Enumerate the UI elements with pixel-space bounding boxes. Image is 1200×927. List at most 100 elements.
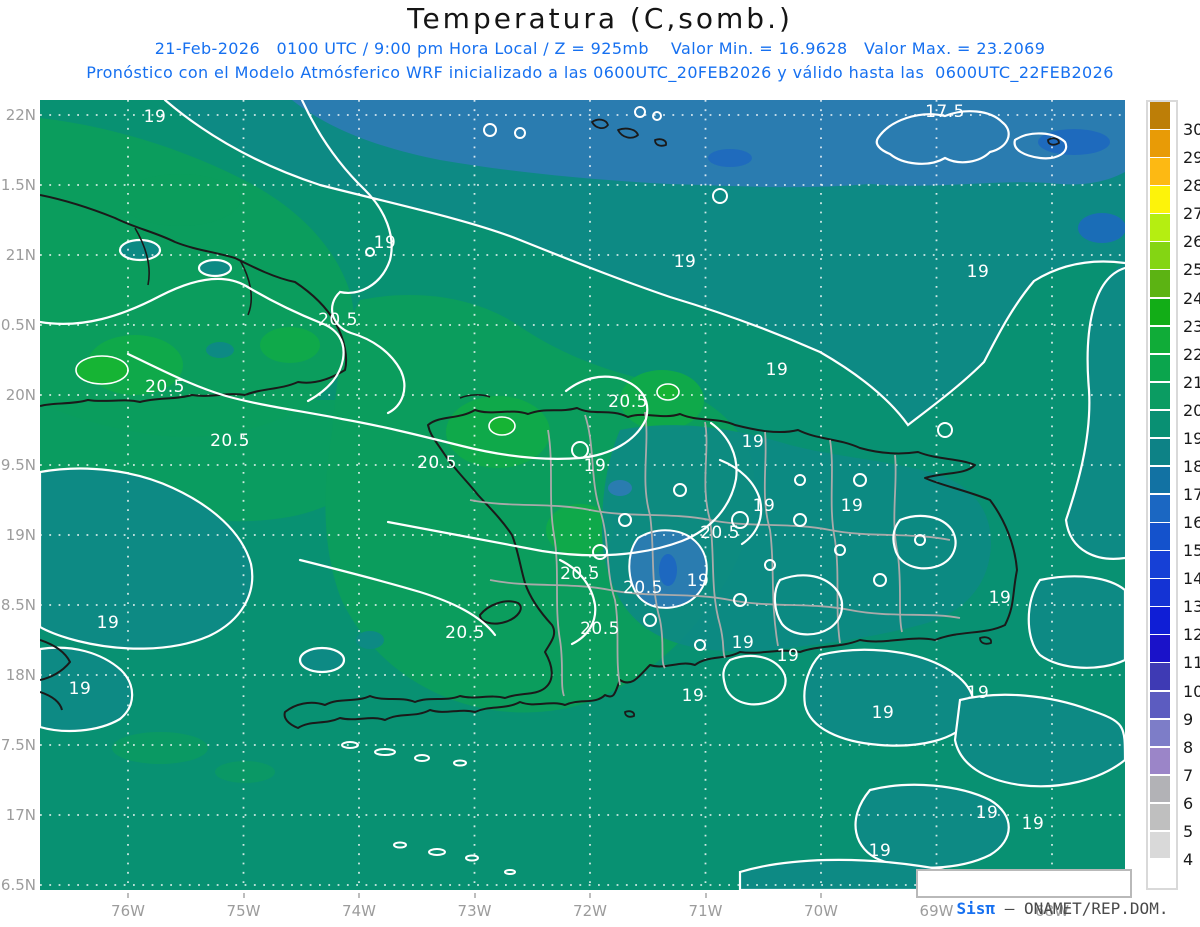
colorbar-swatch [1150, 130, 1170, 157]
contour-value-label: 19 [752, 496, 776, 516]
colorbar-label: 21 [1183, 372, 1200, 392]
colorbar-swatch [1150, 354, 1170, 382]
colorbar-swatch [1150, 102, 1170, 129]
x-tick-mark [242, 893, 245, 898]
colorbar-swatch [1150, 466, 1170, 494]
colorbar-label: 4 [1183, 849, 1194, 869]
x-tick-label: 76W [111, 902, 145, 920]
y-tick-label: 9.5N [0, 456, 36, 474]
contour-value-label: 19 [988, 588, 1012, 608]
colorbar-label: 8 [1183, 737, 1194, 757]
branding-org-name: – ONAMET/REP.DOM. [995, 899, 1169, 918]
x-tick-mark [589, 893, 591, 898]
colorbar-label: 19 [1183, 428, 1200, 448]
colorbar-swatch [1150, 719, 1170, 747]
colorbar-label: 22 [1183, 344, 1200, 364]
contour-value-label: 19 [776, 646, 800, 666]
contour-value-label: 19 [143, 107, 167, 127]
colorbar-swatch [1150, 410, 1170, 438]
subtitle-model-init: Pronóstico con el Modelo Atmósferico WRF… [86, 63, 1114, 82]
subtitle-validtime: 21-Feb-2026 0100 UTC / 9:00 pm Hora Loca… [154, 39, 1046, 58]
y-tick-label: 7.5N [0, 736, 36, 754]
contour-value-label: 20.5 [700, 523, 740, 543]
colorbar-label: 25 [1183, 260, 1200, 280]
colorbar-label: 15 [1183, 541, 1200, 561]
x-tick-label: 70W [804, 902, 838, 920]
colorbar-label: 26 [1183, 232, 1200, 252]
map-canvas [38, 98, 1127, 892]
contour-value-label: 20.5 [210, 431, 250, 451]
x-tick-label: 74W [342, 902, 376, 920]
y-tick-label: 18N [5, 666, 36, 684]
colorbar-swatch [1150, 438, 1170, 466]
colorbar-label: 28 [1183, 176, 1200, 196]
colorbar-label: 5 [1183, 821, 1194, 841]
colorbar-swatch [1150, 242, 1170, 269]
x-tick-label: 75W [226, 902, 261, 920]
contour-value-label: 19 [673, 252, 697, 272]
colorbar-swatch [1150, 186, 1170, 213]
colorbar-label: 9 [1183, 709, 1194, 729]
colorbar-label: 29 [1183, 148, 1200, 168]
y-tick-label: 8.5N [0, 596, 36, 614]
colorbar-label: 24 [1183, 288, 1200, 308]
colorbar-label: 7 [1183, 765, 1194, 785]
colorbar-swatch [1150, 691, 1170, 719]
contour-value-label: 19 [731, 633, 755, 653]
colorbar-label: 14 [1183, 569, 1200, 589]
contour-value-label: 19 [686, 571, 710, 591]
contour-value-label: 19 [583, 456, 607, 476]
colorbar-swatch [1150, 803, 1170, 831]
contour-value-label: 19 [373, 233, 397, 253]
colorbar-label: 16 [1183, 513, 1200, 533]
colorbar-swatch [1150, 663, 1170, 690]
contour-value-label: 20.5 [580, 619, 620, 639]
contour-value-label: 19 [1021, 814, 1045, 834]
colorbar-swatch [1150, 495, 1170, 522]
y-tick-label: 21N [5, 246, 36, 264]
contour-value-label: 20.5 [623, 578, 663, 598]
x-tick-mark [358, 893, 360, 898]
x-tick-label: 72W [573, 902, 607, 920]
branding-box: Sisπ – ONAMET/REP.DOM. [916, 869, 1168, 918]
colorbar-label: 13 [1183, 597, 1200, 617]
colorbar-label: 12 [1183, 625, 1200, 645]
colorbar-label: 20 [1183, 400, 1200, 420]
x-tick-label: 71W [688, 902, 723, 920]
contour-value-label: 20.5 [417, 453, 457, 473]
contour-value-label: 19 [96, 613, 120, 633]
colorbar-swatch [1150, 326, 1170, 354]
contour-value-label: 20.5 [560, 564, 600, 584]
colorbar-swatch [1150, 635, 1170, 662]
colorbar-label: 11 [1183, 653, 1200, 673]
contour-value-label: 19 [868, 841, 892, 861]
contour-value-label: 19 [68, 679, 92, 699]
x-tick-mark [127, 893, 129, 898]
y-tick-label: 20N [5, 386, 36, 404]
y-tick-label: 6.5N [0, 876, 36, 894]
colorbar [1146, 100, 1178, 890]
colorbar-swatch [1150, 214, 1170, 241]
page-title: Temperatura (C,somb.) [407, 2, 793, 35]
x-tick-label: 73W [457, 902, 492, 920]
colorbar-swatch [1150, 298, 1170, 326]
colorbar-swatch [1150, 523, 1170, 550]
colorbar-swatch [1150, 270, 1170, 297]
colorbar-label: 17 [1183, 485, 1200, 504]
contour-value-label: 19 [741, 432, 765, 452]
colorbar-label: 27 [1183, 204, 1200, 224]
contour-value-label: 19 [871, 703, 895, 723]
contour-value-label: 20.5 [145, 377, 185, 397]
colorbar-label: 30 [1183, 120, 1200, 140]
colorbar-swatch [1150, 775, 1170, 803]
colorbar-label: 23 [1183, 316, 1200, 336]
contour-value-label: 20.5 [318, 310, 358, 330]
y-tick-label: 0.5N [0, 316, 36, 334]
y-tick-label: 17N [5, 806, 36, 824]
map-plot-area: 19 17.5 19 19 19 20.5 19 20.5 20.5 19 20.5 20.5 19 19… [38, 98, 1127, 892]
branding-app-name: Sisπ [956, 899, 996, 918]
colorbar-swatch [1150, 158, 1170, 185]
x-tick-mark [473, 893, 476, 898]
contour-value-label: 19 [765, 360, 789, 380]
y-tick-label: 19N [5, 526, 36, 544]
